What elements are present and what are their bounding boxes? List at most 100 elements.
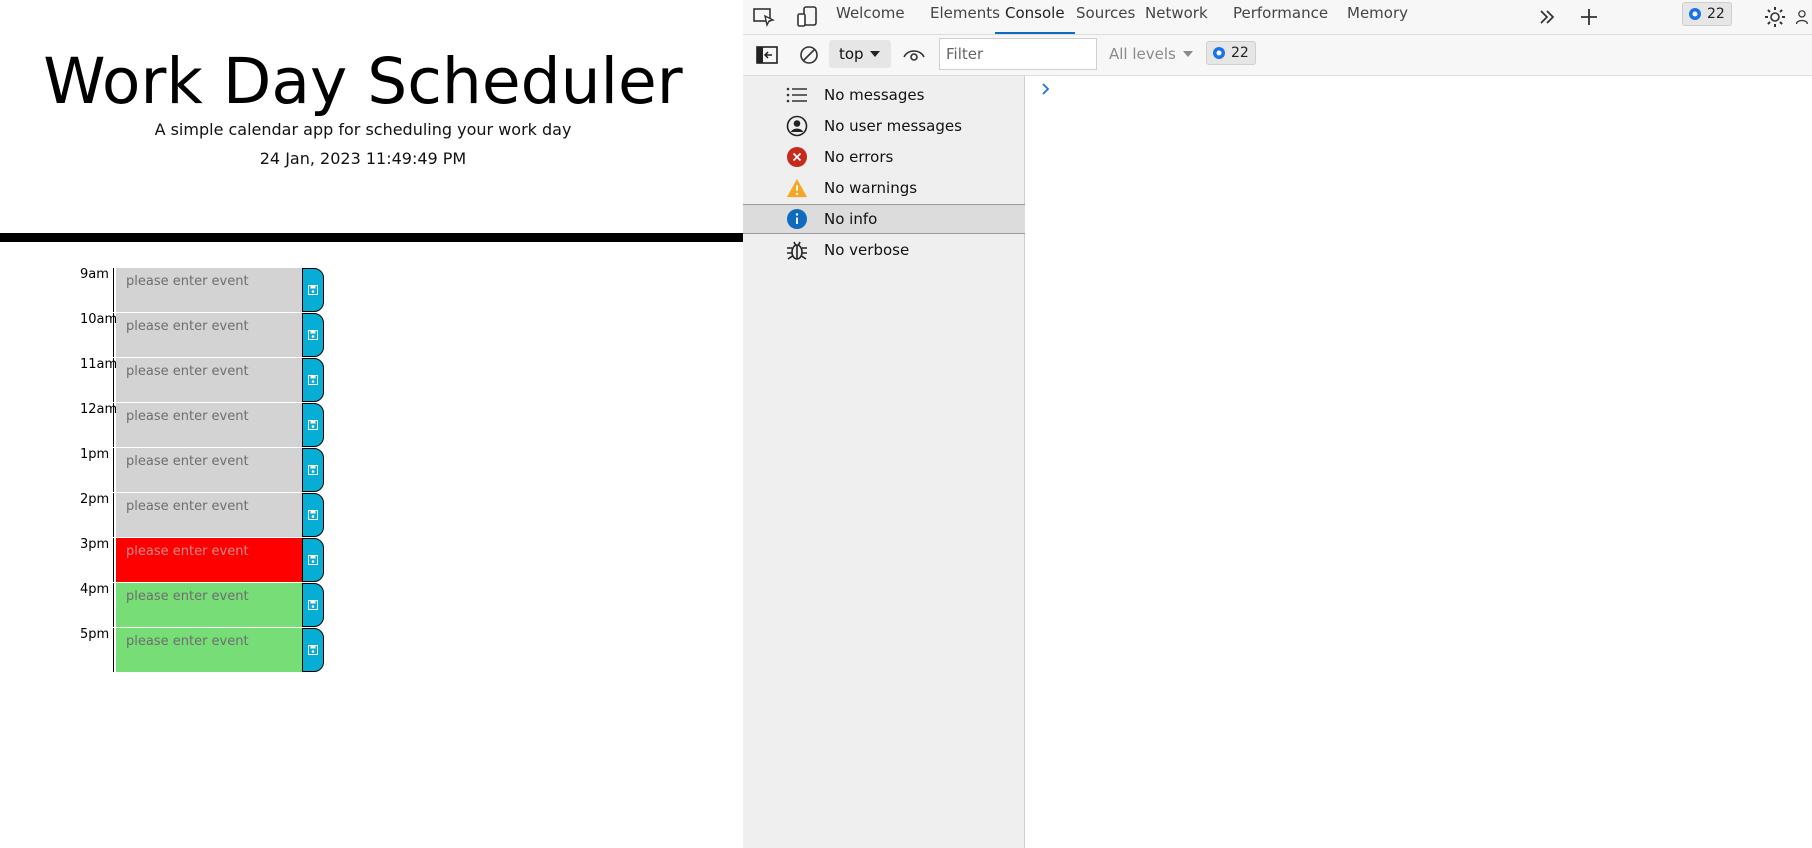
dropdown-arrow-icon bbox=[1182, 51, 1193, 57]
header-divider bbox=[0, 233, 743, 242]
sidebar-item-no-warnings[interactable]: No warnings bbox=[743, 173, 1025, 203]
floppy-disk-icon bbox=[308, 555, 318, 565]
floppy-disk-icon bbox=[308, 375, 318, 385]
add-tab-icon[interactable] bbox=[1575, 3, 1603, 31]
sidebar-toggle-icon[interactable] bbox=[753, 41, 781, 69]
settings-gear-icon[interactable] bbox=[1761, 3, 1789, 31]
event-input[interactable] bbox=[116, 493, 302, 537]
error-icon bbox=[786, 146, 808, 168]
list-icon bbox=[786, 84, 808, 106]
tab-elements[interactable]: Elements bbox=[930, 0, 1000, 32]
floppy-disk-icon bbox=[308, 420, 318, 430]
sidebar-item-label: No verbose bbox=[824, 241, 910, 259]
user-icon bbox=[786, 115, 808, 137]
issues-badge-console[interactable]: 22 bbox=[1206, 41, 1256, 65]
issues-count: 22 bbox=[1707, 6, 1725, 22]
time-block-row: 2pm bbox=[0, 493, 330, 538]
sidebar-item-no-info[interactable]: No info bbox=[743, 204, 1025, 234]
page-subtitle: A simple calendar app for scheduling you… bbox=[154, 120, 572, 139]
console-filter-input[interactable] bbox=[939, 38, 1097, 70]
save-button[interactable] bbox=[302, 358, 324, 402]
log-levels-label: All levels bbox=[1109, 45, 1176, 63]
time-block-row: 5pm bbox=[0, 628, 330, 673]
save-button[interactable] bbox=[302, 493, 324, 537]
tab-console[interactable]: Console bbox=[995, 0, 1075, 34]
message-bubble-icon bbox=[1213, 47, 1225, 59]
sidebar-item-no-user-messages[interactable]: No user messages bbox=[743, 111, 1025, 141]
hour-label: 1pm bbox=[60, 448, 114, 492]
event-input[interactable] bbox=[116, 403, 302, 447]
save-button[interactable] bbox=[302, 448, 324, 492]
save-button[interactable] bbox=[302, 628, 324, 672]
hour-label: 11am bbox=[60, 358, 117, 402]
current-datetime: 24 Jan, 2023 11:49:49 PM bbox=[259, 149, 467, 168]
log-levels-dropdown[interactable]: All levels bbox=[1109, 41, 1194, 67]
event-input[interactable] bbox=[116, 538, 302, 582]
time-block-row: 1pm bbox=[0, 448, 330, 493]
save-button[interactable] bbox=[302, 268, 324, 312]
devtools-main-toolbar: Welcome Elements Console Sources Network Perf… bbox=[743, 0, 1812, 35]
dropdown-arrow-icon bbox=[870, 51, 880, 57]
time-block-row: 11am bbox=[0, 358, 330, 403]
event-input[interactable] bbox=[116, 313, 302, 357]
tab-welcome[interactable]: Welcome bbox=[836, 0, 905, 32]
context-label: top bbox=[839, 45, 864, 63]
time-block-row: 4pm bbox=[0, 583, 330, 628]
issues-count: 22 bbox=[1231, 45, 1249, 61]
hour-label: 12am bbox=[60, 403, 117, 447]
floppy-disk-icon bbox=[308, 645, 318, 655]
hour-label: 5pm bbox=[60, 628, 114, 672]
tab-network[interactable]: Network bbox=[1145, 0, 1208, 32]
context-selector[interactable]: top bbox=[829, 40, 891, 68]
console-prompt-chevron-icon[interactable] bbox=[1042, 80, 1050, 99]
hour-label: 4pm bbox=[60, 583, 114, 627]
bug-icon bbox=[786, 239, 808, 261]
event-input[interactable] bbox=[116, 628, 302, 672]
save-button[interactable] bbox=[302, 583, 324, 627]
info-icon bbox=[786, 208, 808, 230]
message-bubble-icon bbox=[1689, 8, 1701, 20]
tab-memory[interactable]: Memory bbox=[1347, 0, 1408, 32]
time-block-row: 10am bbox=[0, 313, 330, 358]
time-block-list: 9am10am11am12am1pm2pm3pm4pm5pm bbox=[0, 268, 330, 673]
save-button[interactable] bbox=[302, 313, 324, 357]
event-input[interactable] bbox=[116, 268, 302, 312]
clear-console-icon[interactable] bbox=[795, 41, 823, 69]
sidebar-item-no-messages[interactable]: No messages bbox=[743, 80, 1025, 110]
device-emulation-icon[interactable] bbox=[793, 3, 821, 31]
header: Work Day Scheduler A simple calendar app… bbox=[0, 0, 743, 232]
page-title: Work Day Scheduler bbox=[43, 45, 683, 118]
issues-badge[interactable]: 22 bbox=[1682, 2, 1732, 26]
sidebar-item-label: No messages bbox=[824, 86, 925, 104]
floppy-disk-icon bbox=[308, 465, 318, 475]
event-input[interactable] bbox=[116, 448, 302, 492]
devtools-panel: Welcome Elements Console Sources Network Perf… bbox=[743, 0, 1812, 848]
profile-icon[interactable] bbox=[1795, 3, 1812, 31]
event-input[interactable] bbox=[116, 583, 302, 627]
live-expression-eye-icon[interactable] bbox=[900, 41, 928, 69]
time-block-row: 12am bbox=[0, 403, 330, 448]
hour-label: 10am bbox=[60, 313, 117, 357]
console-output[interactable] bbox=[1026, 76, 1812, 848]
console-toolbar: top All levels 22 bbox=[743, 35, 1812, 76]
save-button[interactable] bbox=[302, 403, 324, 447]
sidebar-item-label: No warnings bbox=[824, 179, 918, 197]
sidebar-item-no-verbose[interactable]: No verbose bbox=[743, 235, 1025, 265]
inspect-element-icon[interactable] bbox=[750, 3, 778, 31]
save-button[interactable] bbox=[302, 538, 324, 582]
floppy-disk-icon bbox=[308, 285, 318, 295]
scheduler-page: Work Day Scheduler A simple calendar app… bbox=[0, 0, 743, 848]
sidebar-item-no-errors[interactable]: No errors bbox=[743, 142, 1025, 172]
time-block-row: 9am bbox=[0, 268, 330, 313]
more-tabs-icon[interactable] bbox=[1533, 3, 1561, 31]
tab-sources[interactable]: Sources bbox=[1076, 0, 1135, 32]
event-input[interactable] bbox=[116, 358, 302, 402]
floppy-disk-icon bbox=[308, 330, 318, 340]
sidebar-item-label: No info bbox=[824, 210, 878, 228]
tab-performance[interactable]: Performance bbox=[1233, 0, 1328, 32]
floppy-disk-icon bbox=[308, 600, 318, 610]
time-block-row: 3pm bbox=[0, 538, 330, 583]
sidebar-item-label: No errors bbox=[824, 148, 894, 166]
floppy-disk-icon bbox=[308, 510, 318, 520]
sidebar-item-label: No user messages bbox=[824, 117, 962, 135]
